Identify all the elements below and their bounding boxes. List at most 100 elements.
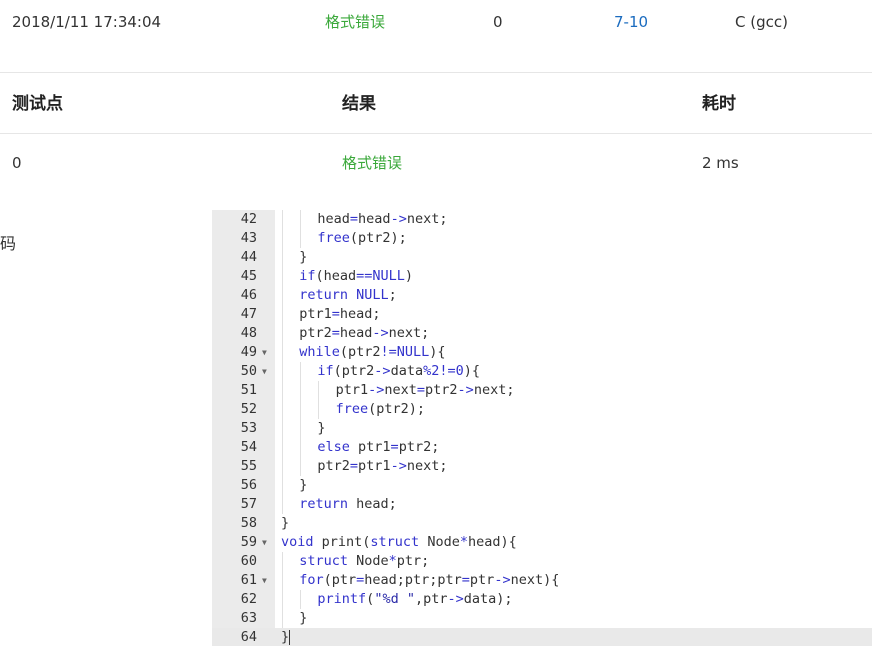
test-case-id: 0 — [12, 154, 22, 172]
indent-guide — [300, 229, 302, 248]
indent-guide — [282, 552, 283, 571]
code-text[interactable]: } — [317, 419, 325, 438]
code-text[interactable]: ptr1->next=ptr2->next; — [336, 381, 515, 400]
fold-toggle-icon[interactable]: ▼ — [262, 533, 267, 552]
indent-guide — [282, 590, 283, 609]
code-text[interactable]: ptr1=head; — [299, 305, 380, 324]
line-number: 58 — [240, 515, 257, 531]
header-time: 耗时 — [702, 94, 736, 114]
line-number: 53 — [240, 420, 257, 436]
code-text[interactable]: printf("%d ",ptr->data); — [317, 590, 512, 609]
indent-guide — [282, 495, 283, 514]
line-number: 62 — [240, 591, 257, 607]
code-text[interactable]: if(head==NULL) — [299, 267, 413, 286]
test-table-header: 测试点 结果 耗时 — [0, 73, 872, 134]
indent-guide — [282, 381, 283, 400]
code-text[interactable]: } — [299, 476, 307, 495]
code-line: 49 ▼ while(ptr2!=NULL){ — [212, 343, 872, 362]
line-number: 43 — [240, 230, 257, 246]
indent-guide — [300, 438, 302, 457]
code-text[interactable]: return NULL; — [299, 286, 397, 305]
indent-guide — [282, 343, 283, 362]
line-number: 42 — [240, 211, 257, 227]
indent-guide — [282, 362, 283, 381]
line-number: 60 — [240, 553, 257, 569]
indent-guide — [300, 419, 302, 438]
indent-guide — [282, 305, 283, 324]
indent-guide — [282, 286, 283, 305]
line-number: 48 — [240, 325, 257, 341]
fold-toggle-icon[interactable]: ▼ — [262, 571, 267, 590]
indent-guide — [282, 457, 283, 476]
line-number: 54 — [240, 439, 257, 455]
line-number: 49 — [240, 344, 257, 360]
code-section-label: 代码 — [0, 234, 17, 253]
indent-guide — [282, 476, 283, 495]
header-test-case: 测试点 — [12, 94, 63, 114]
code-line: 53} — [212, 419, 872, 438]
code-line: 45 if(head==NULL) — [212, 267, 872, 286]
line-number: 46 — [240, 287, 257, 303]
line-number: 50 — [240, 363, 257, 379]
code-text[interactable]: free(ptr2); — [317, 229, 406, 248]
code-text[interactable]: for(ptr=head;ptr;ptr=ptr->next){ — [299, 571, 559, 590]
indent-guide — [282, 609, 283, 628]
code-line: 46 return NULL; — [212, 286, 872, 305]
code-text[interactable]: while(ptr2!=NULL){ — [299, 343, 445, 362]
code-text[interactable]: } — [299, 248, 307, 267]
indent-guide — [318, 381, 320, 400]
indent-guide — [282, 438, 283, 457]
test-case-time: 2 ms — [702, 154, 739, 172]
line-number: 51 — [240, 382, 257, 398]
indent-guide — [282, 229, 283, 248]
line-number: 64 — [240, 629, 257, 645]
indent-guide — [318, 400, 320, 419]
code-line: 51 ptr1->next=ptr2->next; — [212, 381, 872, 400]
code-line: 42 head=head->next; — [212, 210, 872, 229]
code-editor[interactable]: 42 head=head->next; 43 free(ptr2); 44} 45 if(h… — [212, 210, 872, 646]
problem-link[interactable]: 7-10 — [614, 12, 648, 32]
indent-guide — [300, 362, 302, 381]
submission-row: 2018/1/11 17:34:04 格式错误 0 7-10 C (gcc) — [0, 0, 872, 73]
indent-guide — [282, 419, 283, 438]
indent-guide — [300, 400, 302, 419]
code-text[interactable]: } — [299, 609, 307, 628]
submission-time: 2018/1/11 17:34:04 — [12, 13, 162, 31]
code-text[interactable]: ptr2=ptr1->next; — [317, 457, 447, 476]
code-line: 64} — [212, 628, 872, 646]
indent-guide — [282, 248, 283, 267]
code-text[interactable]: free(ptr2); — [336, 400, 425, 419]
line-number: 56 — [240, 477, 257, 493]
submission-status: 格式错误 — [325, 13, 386, 31]
line-number: 47 — [240, 306, 257, 322]
code-text[interactable]: } — [281, 628, 291, 646]
code-line: 47 ptr1=head; — [212, 305, 872, 324]
code-text[interactable]: return head; — [299, 495, 397, 514]
line-number: 52 — [240, 401, 257, 417]
code-text[interactable]: else ptr1=ptr2; — [317, 438, 439, 457]
code-line: 60 struct Node*ptr; — [212, 552, 872, 571]
code-line: 44} — [212, 248, 872, 267]
code-line: 56} — [212, 476, 872, 495]
code-line: 61 ▼ for(ptr=head;ptr;ptr=ptr->next){ — [212, 571, 872, 590]
code-text[interactable]: ptr2=head->next; — [299, 324, 429, 343]
code-text[interactable]: struct Node*ptr; — [299, 552, 429, 571]
indent-guide — [282, 571, 283, 590]
code-line: 58} — [212, 514, 872, 533]
line-number: 63 — [240, 610, 257, 626]
line-number: 45 — [240, 268, 257, 284]
code-text[interactable]: } — [281, 514, 289, 533]
code-line: 55 ptr2=ptr1->next; — [212, 457, 872, 476]
indent-guide — [282, 267, 283, 286]
fold-toggle-icon[interactable]: ▼ — [262, 343, 267, 362]
code-line: 63} — [212, 609, 872, 628]
header-result: 结果 — [342, 94, 376, 114]
fold-toggle-icon[interactable]: ▼ — [262, 362, 267, 381]
table-row: 0 格式错误 2 ms — [0, 134, 872, 192]
line-number: 44 — [240, 249, 257, 265]
code-text[interactable]: void print(struct Node*head){ — [281, 533, 517, 552]
code-text[interactable]: if(ptr2->data%2!=0){ — [317, 362, 480, 381]
indent-guide — [300, 590, 302, 609]
code-text[interactable]: head=head->next; — [317, 210, 447, 229]
code-line: 62 printf("%d ",ptr->data); — [212, 590, 872, 609]
